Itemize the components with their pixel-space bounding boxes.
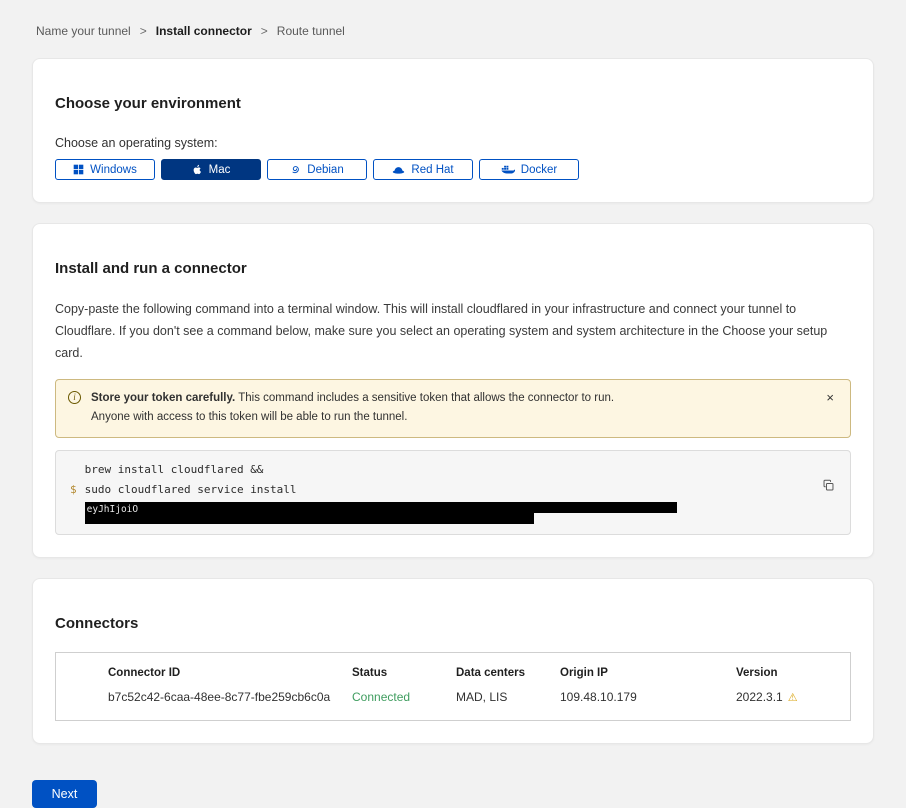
command-line-2: sudo cloudflared service install: [85, 480, 806, 500]
docker-icon: [501, 164, 515, 175]
redaction-bar: eyJhIjoiO: [85, 502, 677, 513]
col-header-status: Status: [352, 667, 456, 679]
redhat-icon: [392, 165, 405, 175]
choose-environment-title: Choose your environment: [55, 95, 851, 112]
version-value: 2022.3.1 ⚠: [736, 690, 834, 704]
warning-triangle-icon: ⚠: [788, 692, 798, 704]
breadcrumb-step-name-your-tunnel[interactable]: Name your tunnel: [36, 24, 131, 38]
os-select-label: Choose an operating system:: [55, 136, 851, 150]
footer: Next: [32, 780, 874, 808]
close-icon[interactable]: ×: [822, 389, 838, 406]
os-button-mac[interactable]: Mac: [161, 159, 261, 180]
connectors-table: Connector ID Status Data centers Origin …: [55, 652, 851, 721]
os-button-windows[interactable]: Windows: [55, 159, 155, 180]
table-row: b7c52c42-6caa-48ee-8c77-fbe259cb6c0a Con…: [108, 690, 834, 704]
windows-icon: [73, 164, 84, 175]
os-button-label: Docker: [521, 164, 557, 176]
redaction-bar: [85, 513, 534, 524]
install-connector-title: Install and run a connector: [55, 260, 851, 277]
token-warning-banner: i Store your token carefully. This comma…: [55, 379, 851, 438]
info-icon: i: [68, 391, 81, 404]
debian-icon: [290, 164, 301, 175]
token-prefix: eyJhIjoiO: [85, 504, 138, 515]
breadcrumb-step-route-tunnel[interactable]: Route tunnel: [277, 24, 345, 38]
os-button-debian[interactable]: Debian: [267, 159, 367, 180]
col-header-data-centers: Data centers: [456, 667, 560, 679]
col-header-version: Version: [736, 667, 834, 679]
terminal-prompt: $: [70, 480, 77, 524]
install-command: brew install cloudflared && sudo cloudfl…: [85, 460, 806, 524]
col-header-origin-ip: Origin IP: [560, 667, 736, 679]
connector-id-value: b7c52c42-6caa-48ee-8c77-fbe259cb6c0a: [108, 690, 352, 704]
data-centers-value: MAD, LIS: [456, 690, 560, 704]
choose-environment-card: Choose your environment Choose an operat…: [32, 58, 874, 203]
install-description: Copy-paste the following command into a …: [55, 299, 851, 365]
breadcrumb-separator: >: [140, 24, 147, 38]
os-button-label: Mac: [209, 164, 231, 176]
command-line-1: brew install cloudflared &&: [85, 460, 806, 480]
breadcrumb: Name your tunnel > Install connector > R…: [0, 0, 906, 58]
origin-ip-value: 109.48.10.179: [560, 690, 736, 704]
apple-icon: [192, 163, 203, 176]
connectors-title: Connectors: [55, 615, 851, 632]
version-number: 2022.3.1: [736, 690, 783, 704]
redacted-token: eyJhIjoiO: [85, 502, 806, 524]
os-button-redhat[interactable]: Red Hat: [373, 159, 473, 180]
token-warning-text: Store your token carefully. This command…: [91, 389, 651, 427]
table-header-row: Connector ID Status Data centers Origin …: [108, 667, 834, 679]
install-command-code-block: $ brew install cloudflared && sudo cloud…: [55, 450, 851, 535]
token-warning-title: Store your token carefully.: [91, 392, 235, 404]
breadcrumb-separator: >: [261, 24, 268, 38]
connectors-card: Connectors Connector ID Status Data cent…: [32, 578, 874, 744]
os-button-docker[interactable]: Docker: [479, 159, 579, 180]
os-button-label: Red Hat: [411, 164, 453, 176]
col-header-connector-id: Connector ID: [108, 667, 352, 679]
status-badge: Connected: [352, 690, 456, 704]
copy-icon[interactable]: [820, 477, 837, 497]
next-button[interactable]: Next: [32, 780, 97, 808]
os-button-group: Windows Mac Debian Red Hat Docker: [55, 159, 851, 180]
os-button-label: Debian: [307, 164, 343, 176]
install-connector-card: Install and run a connector Copy-paste t…: [32, 223, 874, 558]
breadcrumb-step-install-connector[interactable]: Install connector: [156, 24, 252, 38]
os-button-label: Windows: [90, 164, 137, 176]
